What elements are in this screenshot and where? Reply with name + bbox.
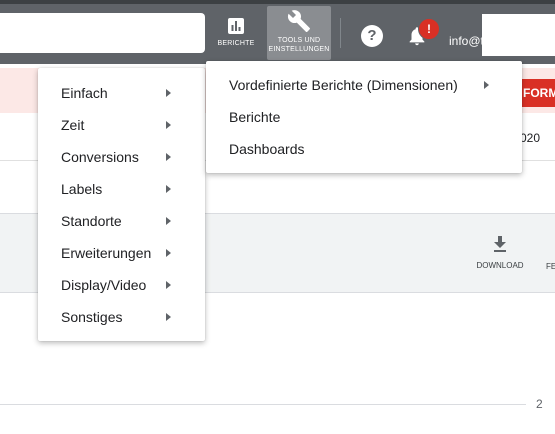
submenu-arrow-icon xyxy=(166,281,171,289)
tools-settings-button[interactable]: TOOLS UND EINSTELLUNGEN xyxy=(267,6,331,60)
menu-item-label: Standorte xyxy=(61,213,122,229)
pagination-number: 2 xyxy=(536,397,543,411)
menu-item-label: Conversions xyxy=(61,149,139,165)
bar-chart-icon xyxy=(228,18,244,34)
top-app-bar: BERICHTE TOOLS UND EINSTELLUNGEN ? ! inf… xyxy=(0,0,555,64)
download-label: DOWNLOAD xyxy=(476,261,524,270)
download-button[interactable]: DOWNLOAD xyxy=(474,236,526,270)
account-box[interactable] xyxy=(482,14,555,56)
submenu-arrow-icon xyxy=(166,249,171,257)
topbar-divider xyxy=(340,18,341,48)
submenu-arrow-icon xyxy=(484,81,489,89)
menu-item-label: Display/Video xyxy=(61,277,147,293)
top-strip xyxy=(0,0,555,4)
notification-badge: ! xyxy=(418,18,440,40)
alert-action-button[interactable]: FORM xyxy=(519,79,555,107)
report-category-menu: Einfach Zeit Conversions Labels Standort… xyxy=(38,68,205,341)
reports-label: BERICHTE xyxy=(217,40,255,47)
help-icon[interactable]: ? xyxy=(361,25,383,47)
menu-item-label: Erweiterungen xyxy=(61,245,152,261)
download-icon xyxy=(494,236,506,252)
menu-item-erweiterungen[interactable]: Erweiterungen xyxy=(38,237,205,269)
menu-item-sonstiges[interactable]: Sonstiges xyxy=(38,301,205,333)
wrench-icon xyxy=(287,10,310,32)
submenu-arrow-icon xyxy=(166,185,171,193)
submenu-arrow-icon xyxy=(166,153,171,161)
menu-item-einfach[interactable]: Einfach xyxy=(38,77,205,109)
menu-item-label: Zeit xyxy=(61,117,85,133)
submenu-arrow-icon xyxy=(166,121,171,129)
menu-item-zeit[interactable]: Zeit xyxy=(38,109,205,141)
menu-item-labels[interactable]: Labels xyxy=(38,173,205,205)
submenu-arrow-icon xyxy=(166,313,171,321)
menu-item-label: Dashboards xyxy=(229,141,305,157)
tools-label: TOOLS UND EINSTELLUNGEN xyxy=(269,36,330,54)
menu-item-standorte[interactable]: Standorte xyxy=(38,205,205,237)
submenu-arrow-icon xyxy=(166,89,171,97)
menu-item-dashboards[interactable]: Dashboards xyxy=(206,133,522,165)
reports-button[interactable]: BERICHTE xyxy=(212,6,260,60)
menu-item-label: Einfach xyxy=(61,85,108,101)
date-text: 020 xyxy=(520,131,541,145)
menu-item-label: Berichte xyxy=(229,109,281,125)
menu-item-display-video[interactable]: Display/Video xyxy=(38,269,205,301)
menu-item-conversions[interactable]: Conversions xyxy=(38,141,205,173)
submenu-arrow-icon xyxy=(166,217,171,225)
account-email[interactable]: info@t xyxy=(449,34,484,48)
reports-menu: Vordefinierte Berichte (Dimensionen) Ber… xyxy=(206,61,522,173)
menu-item-reports[interactable]: Berichte xyxy=(206,101,522,133)
toolbar-cut-label[interactable]: FE xyxy=(546,262,555,271)
menu-item-label: Vordefinierte Berichte (Dimensionen) xyxy=(229,77,458,93)
chart-baseline xyxy=(0,404,526,405)
tools-label-line-2: EINSTELLUNGEN xyxy=(268,46,330,53)
menu-item-label: Labels xyxy=(61,181,103,197)
search-box[interactable] xyxy=(0,13,205,53)
tools-label-line-1: TOOLS UND xyxy=(277,37,321,44)
menu-item-predefined-reports[interactable]: Vordefinierte Berichte (Dimensionen) xyxy=(206,69,522,101)
menu-item-label: Sonstiges xyxy=(61,309,123,325)
